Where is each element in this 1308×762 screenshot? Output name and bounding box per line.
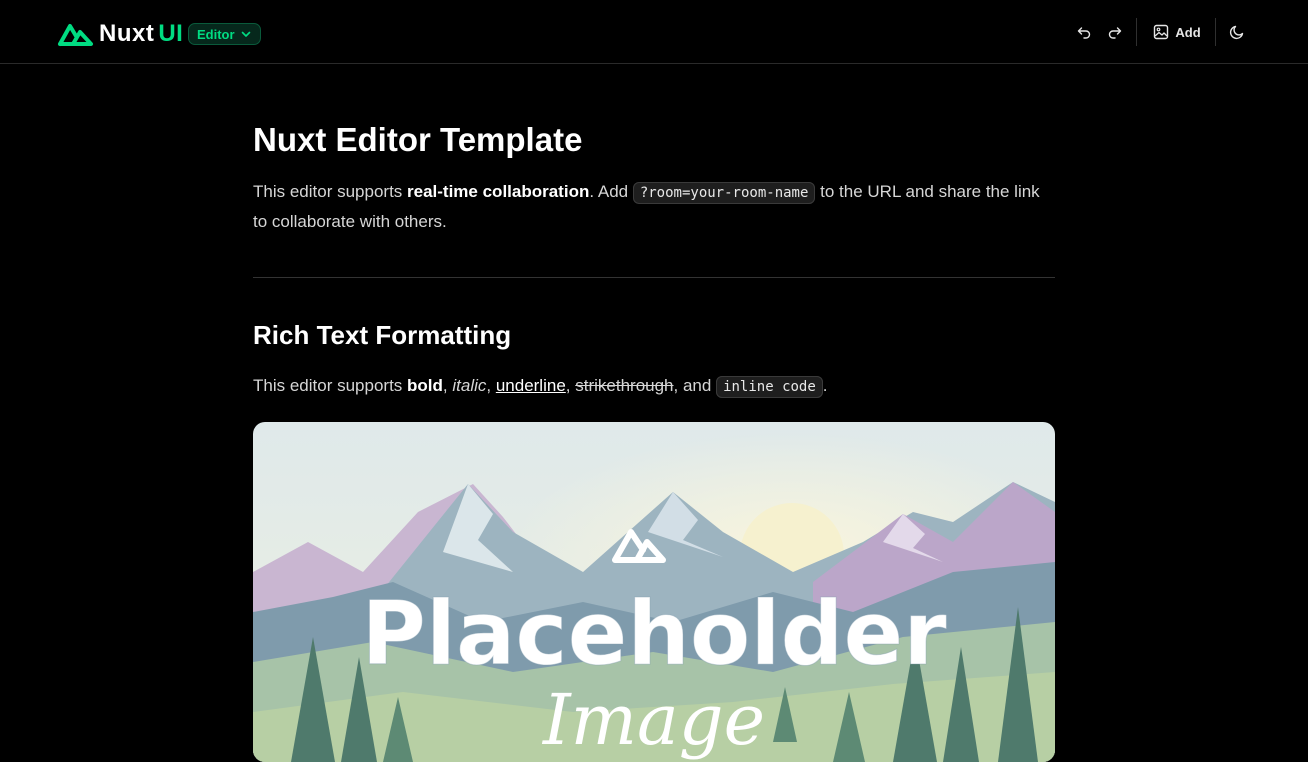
add-image-button[interactable]: Add xyxy=(1147,18,1207,46)
fmt-text: , xyxy=(442,376,453,395)
theme-toggle-button[interactable] xyxy=(1223,18,1251,46)
fmt-strikethrough: strikethrough xyxy=(575,376,674,395)
intro-text: . Add xyxy=(589,182,633,201)
logo-text: Nuxt UI xyxy=(99,20,183,48)
landscape-illustration: Placeholder Image xyxy=(253,422,1055,762)
logo-text-ui: UI xyxy=(158,20,184,47)
toolbar-divider xyxy=(1136,18,1137,46)
editor-badge-dropdown[interactable]: Editor xyxy=(188,23,261,45)
fmt-bold: bold xyxy=(407,376,443,395)
fmt-italic: italic xyxy=(452,376,487,395)
document-title[interactable]: Nuxt Editor Template xyxy=(253,120,582,160)
section-heading[interactable]: Rich Text Formatting xyxy=(253,318,511,352)
fmt-text: , xyxy=(565,376,576,395)
add-image-label: Add xyxy=(1175,24,1201,40)
fmt-text: , and xyxy=(673,376,717,395)
redo-button[interactable] xyxy=(1101,18,1129,46)
placeholder-image[interactable]: Placeholder Image xyxy=(253,422,1055,762)
chevron-down-icon xyxy=(241,31,250,37)
fmt-text: , xyxy=(486,376,496,395)
image-icon xyxy=(1154,24,1169,40)
undo-button[interactable] xyxy=(1070,18,1098,46)
redo-icon xyxy=(1108,27,1122,39)
fmt-underline: underline xyxy=(495,376,566,395)
intro-bold: real-time collaboration xyxy=(407,182,590,201)
placeholder-image-subtitle: Image xyxy=(541,679,765,761)
editor-badge-label: Editor xyxy=(197,26,235,42)
app-header: Nuxt UI Editor Add xyxy=(0,0,1308,64)
intro-text: This editor supports xyxy=(253,182,408,201)
logo[interactable]: Nuxt UI xyxy=(57,20,183,48)
logo-text-nuxt: Nuxt xyxy=(99,20,155,47)
intro-paragraph[interactable]: This editor supports real-time collabora… xyxy=(253,178,1055,236)
toolbar-divider xyxy=(1215,18,1216,46)
fmt-text: . xyxy=(822,376,828,395)
undo-icon xyxy=(1077,27,1091,39)
room-param-code: ?room=your-room-name xyxy=(632,182,816,204)
formatting-paragraph[interactable]: This editor supports bold, italic, under… xyxy=(253,372,828,401)
moon-icon xyxy=(1229,25,1244,40)
horizontal-rule xyxy=(253,277,1055,278)
inline-code: inline code xyxy=(716,376,823,398)
placeholder-image-title: Placeholder xyxy=(361,582,947,685)
nuxt-mountain-icon xyxy=(58,24,93,46)
fmt-text: This editor supports xyxy=(253,376,408,395)
